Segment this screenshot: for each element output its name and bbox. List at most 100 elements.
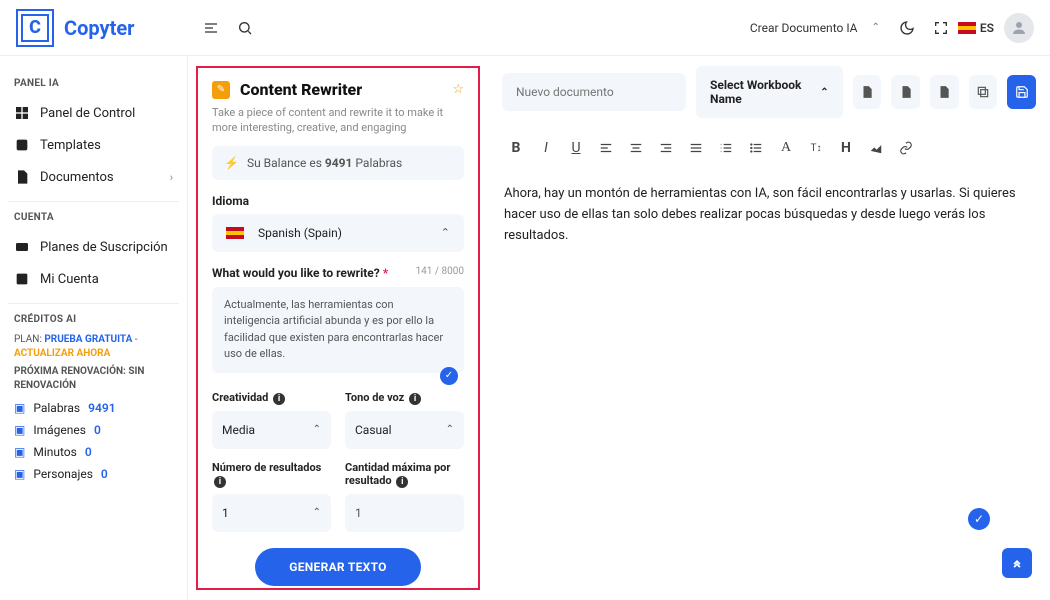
chevron-up-icon: ⌃ <box>313 507 321 518</box>
editor-content[interactable]: Ahora, hay un montón de herramientas con… <box>502 180 1036 250</box>
highlight-icon[interactable] <box>862 134 890 162</box>
editor-toolbar: B I U A T↕ H <box>502 128 1036 168</box>
export-doc-icon[interactable] <box>930 75 959 109</box>
subscription-icon <box>14 239 30 255</box>
copy-icon[interactable] <box>969 75 998 109</box>
sidebar-item-documentos[interactable]: Documentos › <box>8 161 179 193</box>
sidebar-item-label: Documentos <box>40 170 114 185</box>
account-icon <box>14 271 30 287</box>
rewrite-label: What would you like to rewrite? * <box>212 266 388 280</box>
bold-icon[interactable]: B <box>502 134 530 162</box>
idioma-value: Spanish (Spain) <box>258 226 342 240</box>
logo[interactable]: C <box>16 9 54 47</box>
minutes-icon: ▣ <box>14 445 25 459</box>
words-icon: ▣ <box>14 401 25 415</box>
font-icon[interactable]: A <box>772 134 800 162</box>
images-icon: ▣ <box>14 423 25 437</box>
chevron-right-icon: › <box>170 171 173 184</box>
create-doc-button[interactable]: Crear Documento IA <box>750 21 858 35</box>
info-icon[interactable]: i <box>214 476 226 488</box>
stat-minutos: ▣Minutos0 <box>8 441 179 463</box>
sidebar-item-label: Mi Cuenta <box>40 272 99 287</box>
chars-icon: ▣ <box>14 467 25 481</box>
dashboard-icon <box>14 105 30 121</box>
link-icon[interactable] <box>892 134 920 162</box>
floating-check-button[interactable]: ✓ <box>968 508 990 530</box>
rewrite-textarea[interactable] <box>212 287 464 373</box>
app-header: C Copyter Crear Documento IA ⌃ ES <box>0 0 1050 56</box>
upgrade-link[interactable]: ACTUALIZAR AHORA <box>14 348 110 359</box>
align-right-icon[interactable] <box>652 134 680 162</box>
template-panel: ✎ Content Rewriter ☆ Take a piece of con… <box>196 66 480 590</box>
generate-button[interactable]: GENERAR TEXTO <box>255 548 421 586</box>
numres-select[interactable]: 1⌃ <box>212 494 331 532</box>
stat-palabras: ▣Palabras9491 <box>8 397 179 419</box>
tono-label: Tono de voz i <box>345 391 464 405</box>
heading-icon[interactable]: H <box>832 134 860 162</box>
char-counter: 141 / 8000 <box>416 266 464 277</box>
chevron-up-icon: ⌃ <box>313 424 321 435</box>
max-input[interactable] <box>345 494 464 532</box>
sidebar-item-label: Planes de Suscripción <box>40 240 168 255</box>
chevron-up-icon: ⌃ <box>820 87 828 98</box>
align-left-icon[interactable] <box>592 134 620 162</box>
check-icon[interactable]: ✓ <box>440 367 458 385</box>
template-title: Content Rewriter <box>240 80 442 99</box>
template-desc: Take a piece of content and rewrite it t… <box>212 105 464 136</box>
stat-personajes: ▣Personajes0 <box>8 463 179 485</box>
template-badge-icon: ✎ <box>212 81 230 99</box>
doc-title-input[interactable] <box>502 73 686 111</box>
font-size-icon[interactable]: T↕ <box>802 134 830 162</box>
export-pdf-icon[interactable] <box>891 75 920 109</box>
logo-letter: C <box>21 14 49 42</box>
bolt-icon: ⚡ <box>224 156 239 170</box>
ai-icon <box>14 137 30 153</box>
sidebar-item-label: Panel de Control <box>40 106 135 121</box>
unordered-list-icon[interactable] <box>742 134 770 162</box>
italic-icon[interactable]: I <box>532 134 560 162</box>
star-icon[interactable]: ☆ <box>452 82 464 97</box>
language-switch[interactable]: ES <box>958 21 994 35</box>
fullscreen-icon[interactable] <box>924 11 958 45</box>
creatividad-select[interactable]: Media⌃ <box>212 411 331 449</box>
renewal-info: PRÓXIMA RENOVACIÓN: SIN RENOVACIÓN <box>14 365 173 393</box>
save-button[interactable] <box>1007 75 1036 109</box>
workbook-select[interactable]: Select Workbook Name⌃ <box>696 66 843 118</box>
info-icon[interactable]: i <box>396 476 408 488</box>
max-label: Cantidad máxima por resultado i <box>345 461 464 488</box>
search-icon[interactable] <box>228 11 262 45</box>
sidebar-section-cuenta: CUENTA <box>14 212 173 223</box>
sidebar: PANEL IA Panel de Control Templates Docu… <box>0 56 188 600</box>
tono-select[interactable]: Casual⌃ <box>345 411 464 449</box>
align-justify-icon[interactable] <box>682 134 710 162</box>
menu-toggle-icon[interactable] <box>194 11 228 45</box>
idioma-label: Idioma <box>212 194 464 208</box>
sidebar-item-planes[interactable]: Planes de Suscripción <box>8 231 179 263</box>
info-icon[interactable]: i <box>409 393 421 405</box>
ordered-list-icon[interactable] <box>712 134 740 162</box>
align-center-icon[interactable] <box>622 134 650 162</box>
underline-icon[interactable]: U <box>562 134 590 162</box>
numres-label: Número de resultados i <box>212 461 331 488</box>
creatividad-label: Creatividad i <box>212 391 331 405</box>
balance-box: ⚡ Su Balance es 9491 Palabras <box>212 146 464 180</box>
theme-toggle-icon[interactable] <box>890 11 924 45</box>
user-avatar[interactable] <box>1004 13 1034 43</box>
template-panel-wrap: ✎ Content Rewriter ☆ Take a piece of con… <box>188 56 488 600</box>
sidebar-section-panel: PANEL IA <box>14 78 173 89</box>
stat-imagenes: ▣Imágenes0 <box>8 419 179 441</box>
sidebar-item-mi-cuenta[interactable]: Mi Cuenta <box>8 263 179 295</box>
sidebar-item-templates[interactable]: Templates <box>8 129 179 161</box>
editor-panel: Select Workbook Name⌃ B I U A T↕ H Ahora… <box>488 56 1050 600</box>
chevron-up-icon: ⌃ <box>441 226 450 239</box>
idioma-select[interactable]: Spanish (Spain) ⌃ <box>212 214 464 252</box>
sidebar-item-label: Templates <box>40 138 101 153</box>
flag-es-icon <box>226 227 244 239</box>
sidebar-section-creditos: CRÉDITOS AI <box>14 314 173 325</box>
export-txt-icon[interactable] <box>853 75 882 109</box>
scroll-top-button[interactable] <box>1002 548 1032 578</box>
sidebar-item-panel-control[interactable]: Panel de Control <box>8 97 179 129</box>
plan-name[interactable]: PRUEBA GRATUITA <box>44 334 132 345</box>
info-icon[interactable]: i <box>273 393 285 405</box>
chevron-up-icon[interactable]: ⌃ <box>872 22 880 33</box>
